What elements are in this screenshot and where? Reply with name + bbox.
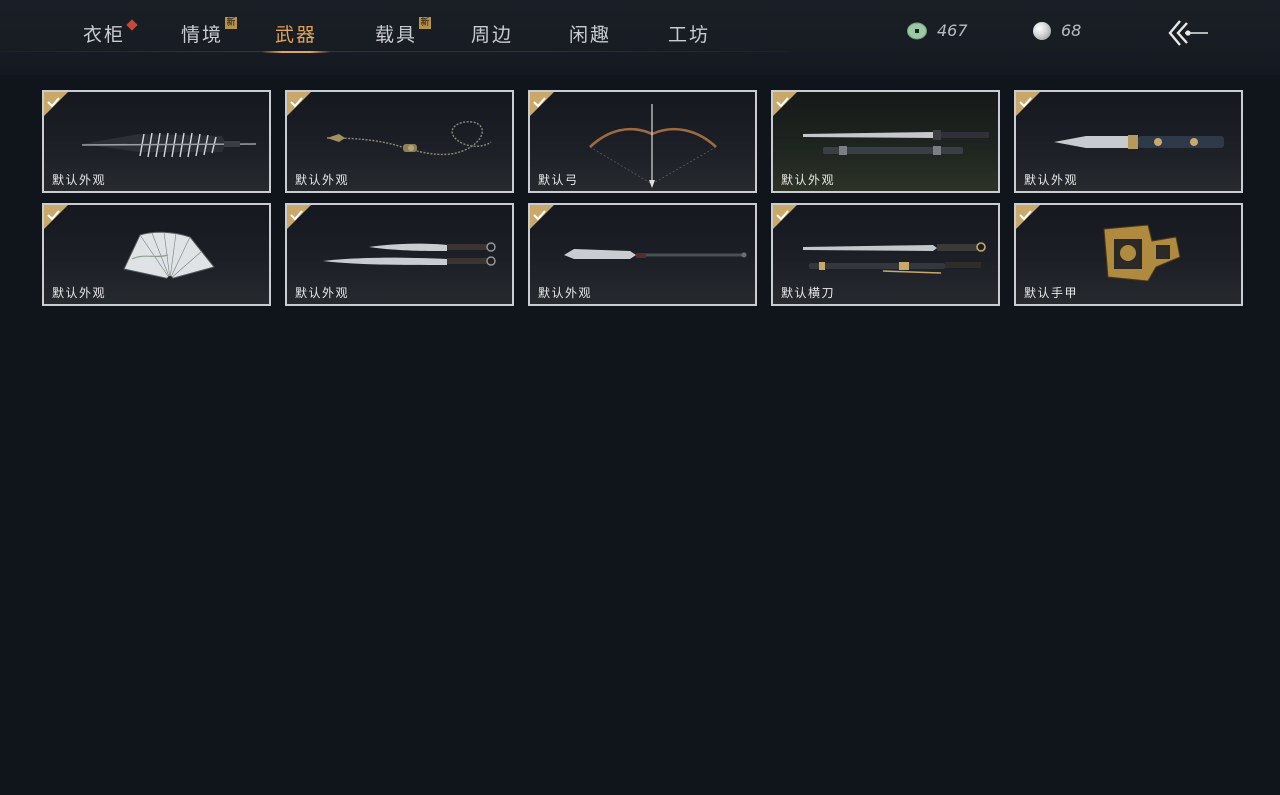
selected-check-icon (287, 92, 311, 116)
selected-check-icon (44, 92, 68, 116)
weapon-card[interactable]: 默认手甲 (1014, 203, 1243, 306)
tab-label: 闲趣 (569, 24, 612, 46)
selected-check-icon (530, 205, 554, 229)
selected-check-icon (773, 92, 797, 116)
selected-check-icon (287, 205, 311, 229)
back-arrow-icon (1168, 20, 1208, 46)
weapon-label: 默认外观 (295, 173, 350, 187)
selected-check-icon (1016, 92, 1040, 116)
weapon-label: 默认弓 (538, 173, 579, 187)
weapon-label: 默认外观 (781, 173, 836, 187)
back-button[interactable] (1166, 18, 1210, 50)
pearl-amount: 68 (1061, 21, 1082, 40)
tab-label: 武器 (275, 24, 318, 46)
selected-check-icon (44, 205, 68, 229)
weapon-label: 默认外观 (1024, 173, 1079, 187)
pearl-currency: 68 (1033, 21, 1081, 40)
weapon-label: 默认外观 (52, 286, 107, 300)
weapon-label: 默认横刀 (781, 286, 836, 300)
selected-check-icon (773, 205, 797, 229)
tab-workshop[interactable]: 工坊 (668, 20, 710, 52)
new-badge: 新 (225, 17, 238, 29)
weapon-card[interactable]: 默认外观 (771, 90, 1000, 193)
weapon-card[interactable]: 默认外观 (285, 90, 514, 193)
weapon-card[interactable]: 默认外观 (42, 203, 271, 306)
tab-label: 衣柜 (83, 24, 126, 46)
tab-weapons[interactable]: 武器 (260, 20, 332, 53)
weapon-card[interactable]: 默认外观 (528, 203, 757, 306)
weapon-card[interactable]: 默认外观 (285, 203, 514, 306)
tab-label: 周边 (471, 24, 514, 46)
tab-label: 工坊 (668, 24, 711, 46)
weapon-label: 默认外观 (295, 286, 350, 300)
tab-scenes[interactable]: 情境 新 (181, 17, 238, 52)
weapon-card[interactable]: 默认弓 (528, 90, 757, 193)
weapon-card[interactable]: 默认外观 (42, 90, 271, 193)
weapon-label: 默认外观 (538, 286, 593, 300)
jade-coin-icon (907, 22, 927, 40)
tab-label: 情境 (181, 24, 224, 46)
jade-currency: 467 (907, 21, 968, 40)
new-badge: 新 (419, 17, 432, 29)
weapon-card[interactable]: 默认外观 (1014, 90, 1243, 193)
jade-amount: 467 (937, 21, 968, 40)
tab-wardrobe[interactable]: 衣柜 (83, 19, 138, 52)
tab-label: 载具 (375, 24, 418, 46)
weapon-card[interactable]: 默认横刀 (771, 203, 1000, 306)
pearl-icon (1033, 21, 1051, 40)
tab-leisure[interactable]: 闲趣 (569, 20, 611, 52)
weapon-label: 默认外观 (52, 173, 107, 187)
tab-vehicles[interactable]: 载具 新 (375, 17, 432, 52)
tab-accessories[interactable]: 周边 (471, 20, 513, 52)
selected-check-icon (530, 92, 554, 116)
selected-check-icon (1016, 205, 1040, 229)
weapon-label: 默认手甲 (1024, 286, 1079, 300)
